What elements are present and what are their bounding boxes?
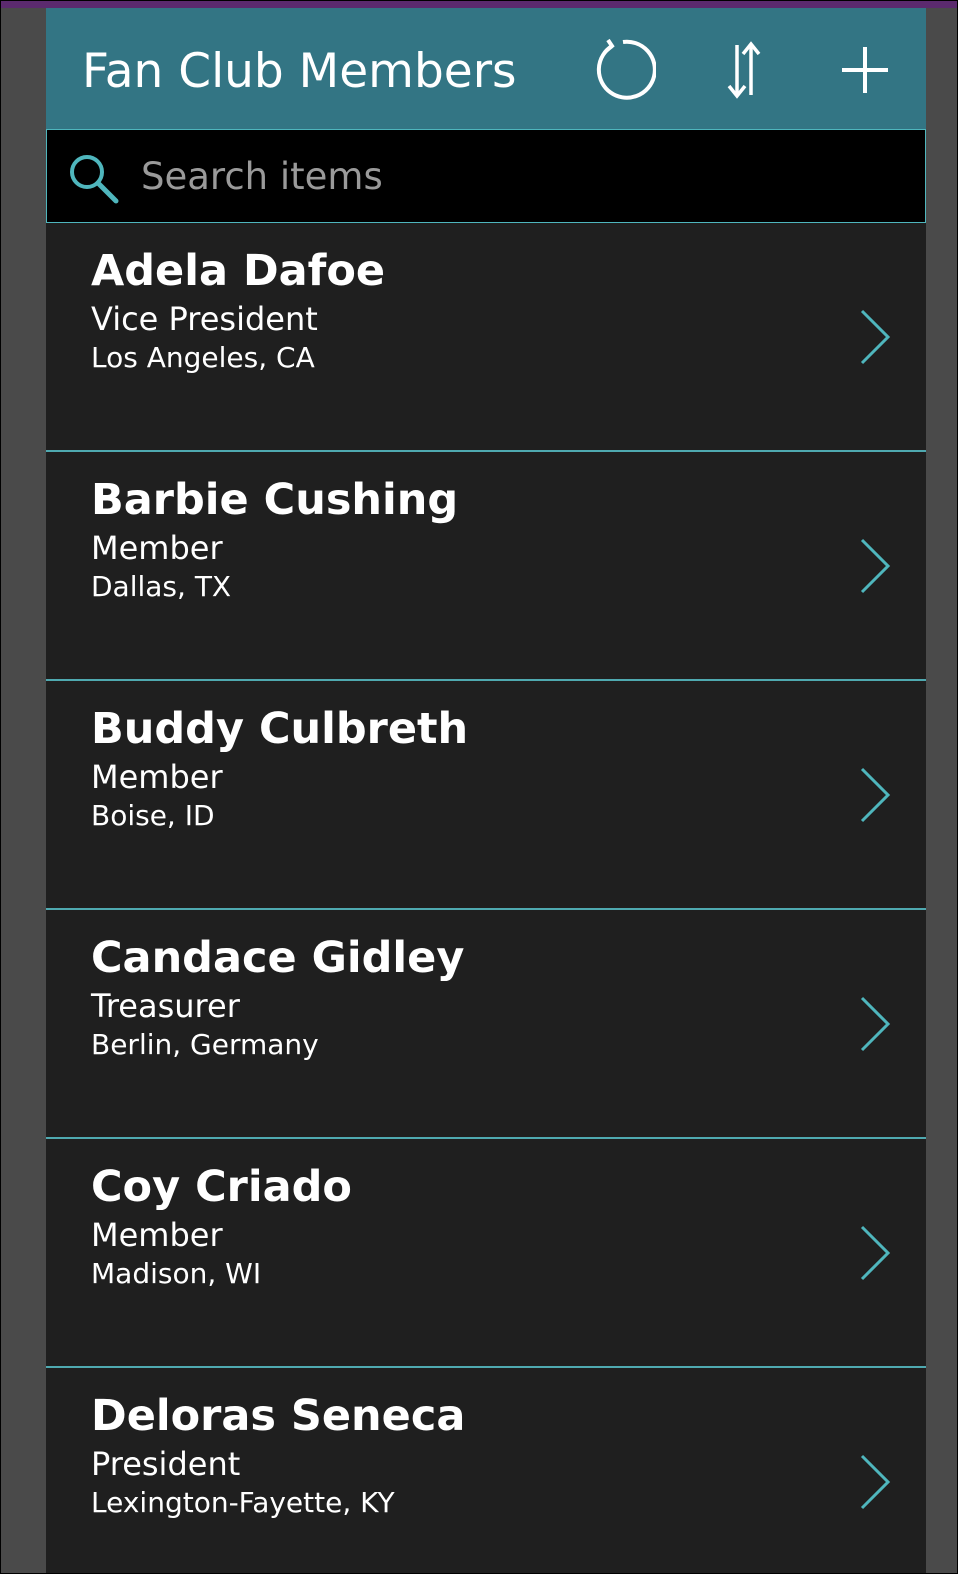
- member-name: Candace Gidley: [91, 933, 465, 983]
- refresh-button[interactable]: [587, 34, 659, 106]
- member-location: Dallas, TX: [91, 570, 232, 603]
- chevron-right-icon[interactable]: [858, 765, 892, 825]
- window-top-strip: [1, 1, 957, 8]
- header-bar: Fan Club Members: [46, 8, 926, 129]
- list-item[interactable]: Adela Dafoe Vice President Los Angeles, …: [46, 223, 926, 452]
- member-role: President: [91, 1445, 241, 1483]
- member-name: Deloras Seneca: [91, 1391, 466, 1441]
- app-frame: Fan Club Members Search items Adela Dafo…: [0, 0, 958, 1574]
- list-item[interactable]: Coy Criado Member Madison, WI: [46, 1139, 926, 1368]
- member-role: Member: [91, 1216, 223, 1254]
- sort-icon: [727, 41, 761, 99]
- page-title: Fan Club Members: [82, 44, 517, 99]
- search-icon: [70, 155, 119, 204]
- member-location: Madison, WI: [91, 1257, 262, 1290]
- member-location: Berlin, Germany: [91, 1028, 319, 1061]
- search-bar: [46, 129, 926, 223]
- member-name: Adela Dafoe: [91, 246, 386, 296]
- member-role: Vice President: [91, 300, 318, 338]
- chevron-right-icon[interactable]: [858, 307, 892, 367]
- members-list: Adela Dafoe Vice President Los Angeles, …: [46, 223, 926, 1573]
- app-screen: Fan Club Members Search items Adela Dafo…: [46, 8, 926, 1573]
- member-name: Barbie Cushing: [91, 475, 459, 525]
- add-button[interactable]: [829, 34, 901, 106]
- sort-button[interactable]: [708, 34, 780, 106]
- refresh-icon: [596, 38, 656, 100]
- member-location: Boise, ID: [91, 799, 215, 832]
- list-item[interactable]: Buddy Culbreth Member Boise, ID: [46, 681, 926, 910]
- chevron-right-icon[interactable]: [858, 994, 892, 1054]
- member-name: Coy Criado: [91, 1162, 352, 1212]
- list-item[interactable]: Candace Gidley Treasurer Berlin, Germany: [46, 910, 926, 1139]
- plus-icon: [842, 47, 888, 93]
- member-role: Member: [91, 529, 223, 567]
- member-location: Lexington-Fayette, KY: [91, 1486, 395, 1519]
- member-role: Member: [91, 758, 223, 796]
- list-item[interactable]: Deloras Seneca President Lexington-Fayet…: [46, 1368, 926, 1573]
- member-location: Los Angeles, CA: [91, 341, 315, 374]
- member-name: Buddy Culbreth: [91, 704, 469, 754]
- chevron-right-icon[interactable]: [858, 536, 892, 596]
- member-role: Treasurer: [91, 987, 240, 1025]
- search-input[interactable]: [141, 146, 901, 206]
- list-item[interactable]: Barbie Cushing Member Dallas, TX: [46, 452, 926, 681]
- chevron-right-icon[interactable]: [858, 1452, 892, 1512]
- chevron-right-icon[interactable]: [858, 1223, 892, 1283]
